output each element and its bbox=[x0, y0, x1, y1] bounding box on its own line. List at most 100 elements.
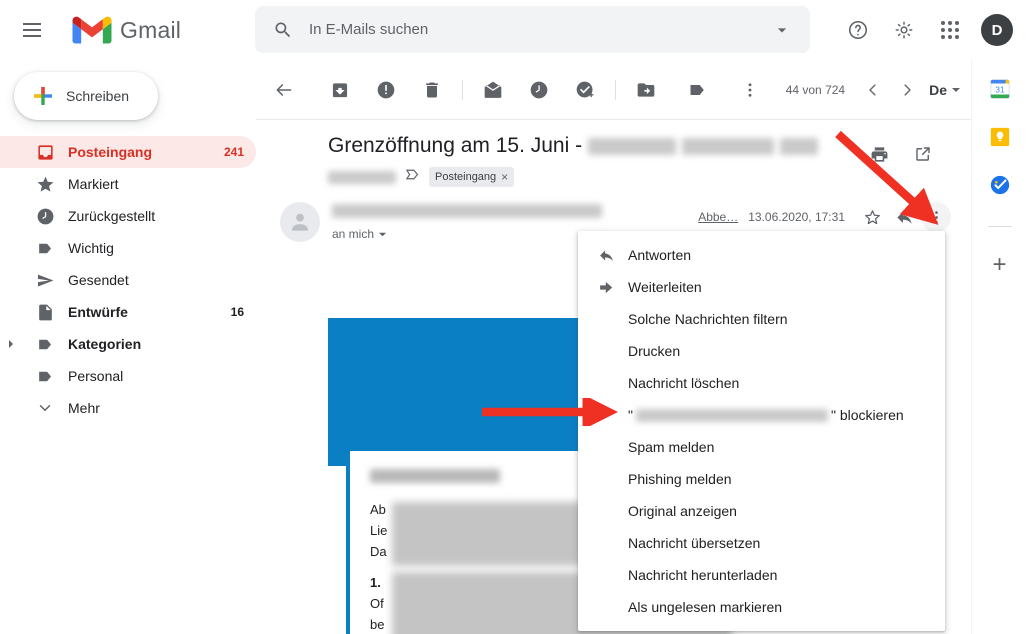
move-to-folder-icon[interactable] bbox=[626, 70, 666, 110]
gear-icon[interactable] bbox=[883, 9, 925, 51]
sidebar-item-kategorien[interactable]: Kategorien bbox=[0, 328, 256, 360]
pager-count: 44 von 724 bbox=[785, 83, 846, 97]
mark-unread-icon[interactable] bbox=[473, 70, 513, 110]
menu-item-drucken[interactable]: Drucken bbox=[578, 335, 945, 367]
block-quote-prefix: " bbox=[628, 407, 633, 423]
archive-icon[interactable] bbox=[320, 70, 360, 110]
plus-icon[interactable]: + bbox=[992, 253, 1006, 277]
sidebar-item-label: Markiert bbox=[68, 176, 119, 192]
menu-item-label: Spam melden bbox=[628, 439, 715, 455]
report-spam-icon[interactable] bbox=[366, 70, 406, 110]
sidebar-item-entwuerfe[interactable]: Entwürfe 16 bbox=[0, 296, 256, 328]
sidebar-item-markiert[interactable]: Markiert bbox=[0, 168, 256, 200]
close-icon[interactable]: × bbox=[501, 170, 508, 184]
more-vertical-icon[interactable] bbox=[730, 70, 770, 110]
reply-arrow-icon bbox=[598, 247, 628, 264]
side-panel: 31 + bbox=[971, 60, 1027, 634]
back-arrow-icon[interactable] bbox=[264, 70, 304, 110]
language-label: De bbox=[929, 82, 947, 98]
send-icon bbox=[22, 271, 68, 290]
gmail-logo-icon bbox=[72, 16, 112, 44]
print-icon[interactable] bbox=[859, 134, 899, 174]
redacted-greeting bbox=[370, 469, 500, 483]
google-calendar-icon[interactable]: 31 bbox=[989, 78, 1011, 100]
important-marker-icon[interactable] bbox=[404, 166, 421, 188]
forward-arrow-icon bbox=[598, 279, 628, 296]
sidebar-item-zurueckgestellt[interactable]: Zurückgestellt bbox=[0, 200, 256, 232]
menu-item-solche-nachrichten-filtern[interactable]: Solche Nachrichten filtern bbox=[578, 303, 945, 335]
menu-item-original-anzeigen[interactable]: Original anzeigen bbox=[578, 495, 945, 527]
menu-item-label: " blockieren bbox=[830, 407, 904, 423]
redacted-sender bbox=[332, 204, 602, 218]
menu-item-als-ungelesen-markieren[interactable]: Als ungelesen markieren bbox=[578, 591, 945, 623]
avatar[interactable]: D bbox=[981, 14, 1013, 46]
label-chip-text: Posteingang bbox=[435, 171, 497, 183]
redacted-subject-part bbox=[682, 137, 775, 155]
sidebar-item-count: 241 bbox=[223, 145, 244, 159]
expand-arrow-icon[interactable] bbox=[0, 339, 22, 349]
message-actions: Abbe… 13.06.2020, 17:31 bbox=[698, 202, 951, 232]
menu-item-phishing-melden[interactable]: Phishing melden bbox=[578, 463, 945, 495]
sidebar-item-count: 16 bbox=[230, 305, 244, 319]
hamburger-icon[interactable] bbox=[10, 8, 54, 52]
reply-arrow-icon[interactable] bbox=[889, 202, 919, 232]
sidebar-item-label: Zurückgestellt bbox=[68, 208, 156, 224]
menu-item-nachricht-herunterladen[interactable]: Nachricht herunterladen bbox=[578, 559, 945, 591]
sidebar: Schreiben Posteingang 241 Markiert Zurüc… bbox=[0, 60, 256, 634]
caret-down-icon bbox=[952, 88, 960, 92]
label-chip[interactable]: Posteingang × bbox=[429, 167, 515, 187]
add-to-tasks-icon[interactable] bbox=[565, 70, 605, 110]
sidebar-item-mehr[interactable]: Mehr bbox=[0, 392, 256, 424]
draft-icon bbox=[22, 303, 68, 322]
sidebar-item-personal[interactable]: Personal bbox=[0, 360, 256, 392]
gmail-window: Gmail In E-Mails suchen D Schreiben Post… bbox=[0, 0, 1027, 634]
sidebar-item-label: Gesendet bbox=[68, 272, 129, 288]
snooze-clock-icon[interactable] bbox=[519, 70, 559, 110]
chevron-right-icon[interactable] bbox=[891, 74, 923, 106]
chevron-left-icon[interactable] bbox=[857, 74, 889, 106]
trash-icon[interactable] bbox=[412, 70, 452, 110]
app-header: Gmail In E-Mails suchen D bbox=[0, 0, 1027, 60]
menu-item-label: Antworten bbox=[628, 247, 692, 263]
labels-icon[interactable] bbox=[678, 70, 718, 110]
avatar[interactable] bbox=[280, 202, 320, 242]
subject-text: Grenzöffnung am 15. Juni - bbox=[328, 134, 583, 157]
menu-item-nachricht-uebersetzen[interactable]: Nachricht übersetzen bbox=[578, 527, 945, 559]
more-vertical-icon[interactable] bbox=[921, 202, 951, 232]
unsubscribe-link[interactable]: Abbe… bbox=[698, 210, 738, 224]
language-selector[interactable]: De bbox=[929, 82, 961, 98]
chevron-down-icon bbox=[22, 399, 68, 417]
menu-item-weiterleiten[interactable]: Weiterleiten bbox=[578, 271, 945, 303]
menu-item-nachricht-loeschen[interactable]: Nachricht löschen bbox=[578, 367, 945, 399]
menu-item-label: Als ungelesen markieren bbox=[628, 599, 783, 615]
label-icon bbox=[22, 367, 68, 386]
redacted-label bbox=[328, 170, 396, 184]
google-keep-icon[interactable] bbox=[989, 126, 1011, 148]
help-icon[interactable] bbox=[837, 9, 879, 51]
toolbar-divider bbox=[615, 80, 616, 100]
open-in-new-window-icon[interactable] bbox=[903, 134, 943, 174]
svg-text:31: 31 bbox=[995, 86, 1005, 95]
star-outline-icon[interactable] bbox=[857, 202, 887, 232]
chevron-down-icon[interactable] bbox=[764, 12, 800, 48]
menu-item-spam-melden[interactable]: Spam melden bbox=[578, 431, 945, 463]
search-bar[interactable] bbox=[255, 6, 810, 53]
sidebar-item-posteingang[interactable]: Posteingang 241 bbox=[0, 136, 256, 168]
menu-item-block-sender[interactable]: " " blockieren bbox=[578, 399, 945, 431]
sidebar-item-gesendet[interactable]: Gesendet bbox=[0, 264, 256, 296]
gmail-brand[interactable]: Gmail bbox=[72, 15, 181, 45]
sidebar-item-wichtig[interactable]: Wichtig bbox=[0, 232, 256, 264]
apps-grid-icon[interactable] bbox=[929, 9, 971, 51]
message-context-menu: Antworten Weiterleiten Solche Nachrichte… bbox=[578, 231, 945, 631]
compose-button[interactable]: Schreiben bbox=[14, 72, 158, 120]
header-actions: D bbox=[837, 0, 1019, 60]
menu-item-antworten[interactable]: Antworten bbox=[578, 239, 945, 271]
google-tasks-icon[interactable] bbox=[989, 174, 1011, 196]
toolbar-divider bbox=[462, 80, 463, 100]
important-label-icon bbox=[22, 239, 68, 258]
menu-item-label: Phishing melden bbox=[628, 471, 732, 487]
sidebar-item-label: Mehr bbox=[68, 400, 100, 416]
menu-item-label: Original anzeigen bbox=[628, 503, 737, 519]
page-title: Grenzöffnung am 15. Juni - bbox=[328, 132, 819, 160]
search-input[interactable] bbox=[301, 21, 764, 38]
